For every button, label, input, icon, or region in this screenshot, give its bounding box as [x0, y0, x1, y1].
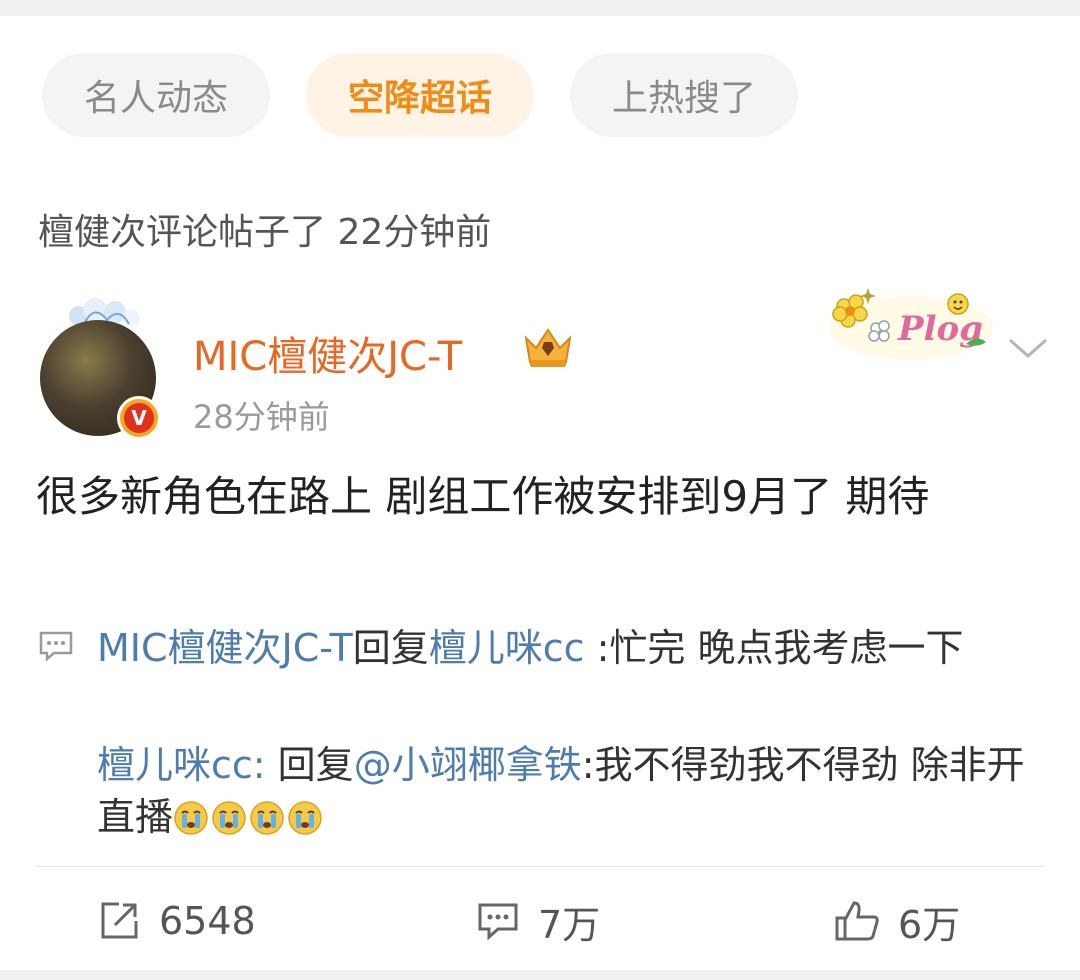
emoji-group: [173, 795, 325, 839]
bottom-separator: [0, 970, 1080, 980]
share-button[interactable]: 6548: [97, 896, 256, 946]
post-content: 很多新角色在路上 剧组工作被安排到9月了 期待: [36, 472, 930, 521]
activity-meta: 檀健次评论帖子了 22分钟前: [38, 212, 492, 253]
share-icon: [101, 902, 138, 939]
comment-text: :忙完 晚点我考虑一下: [584, 626, 964, 670]
reply-target[interactable]: 檀儿咪cc: [429, 626, 585, 670]
chevron-down-icon[interactable]: [1006, 334, 1050, 362]
tag-celebrity-news[interactable]: 名人动态: [42, 53, 270, 137]
comment-bubble-icon: [39, 631, 73, 662]
like-button[interactable]: 6万: [834, 896, 961, 947]
verified-badge-icon: V: [117, 396, 161, 440]
comment-icon: [478, 903, 518, 941]
thumbs-up-icon: [835, 901, 879, 941]
comment-author[interactable]: 檀儿咪cc:: [97, 743, 266, 787]
post-username[interactable]: MIC檀健次JC-T: [193, 324, 462, 382]
tag-super-topic[interactable]: 空降超话: [306, 53, 534, 137]
plog-badge-icon: Plog: [829, 288, 993, 360]
post-time: 28分钟前: [193, 398, 330, 436]
tag-trending[interactable]: 上热搜了: [570, 53, 798, 137]
crying-emoji-icon: [250, 801, 284, 835]
reply-word: 回复: [265, 743, 354, 787]
share-count: 6548: [159, 899, 256, 943]
like-count: 6万: [898, 902, 961, 947]
comment-item[interactable]: 檀儿咪cc: 回复@小翊椰拿铁:我不得劲我不得劲 除非开直播: [97, 739, 1047, 843]
top-separator: [0, 0, 1080, 16]
comment-button[interactable]: 7万: [476, 896, 601, 947]
crying-emoji-icon: [288, 801, 322, 835]
comment-count: 7万: [538, 902, 601, 947]
crown-icon: [524, 328, 572, 367]
comment-item[interactable]: MIC檀健次JC-T回复檀儿咪cc :忙完 晚点我考虑一下: [97, 622, 1047, 674]
divider: [36, 866, 1044, 867]
reply-word: 回复: [352, 626, 429, 670]
crying-emoji-icon: [212, 801, 246, 835]
reply-target[interactable]: @小翊椰拿铁: [354, 743, 582, 787]
crying-emoji-icon: [174, 801, 208, 835]
comment-author[interactable]: MIC檀健次JC-T: [97, 626, 353, 670]
